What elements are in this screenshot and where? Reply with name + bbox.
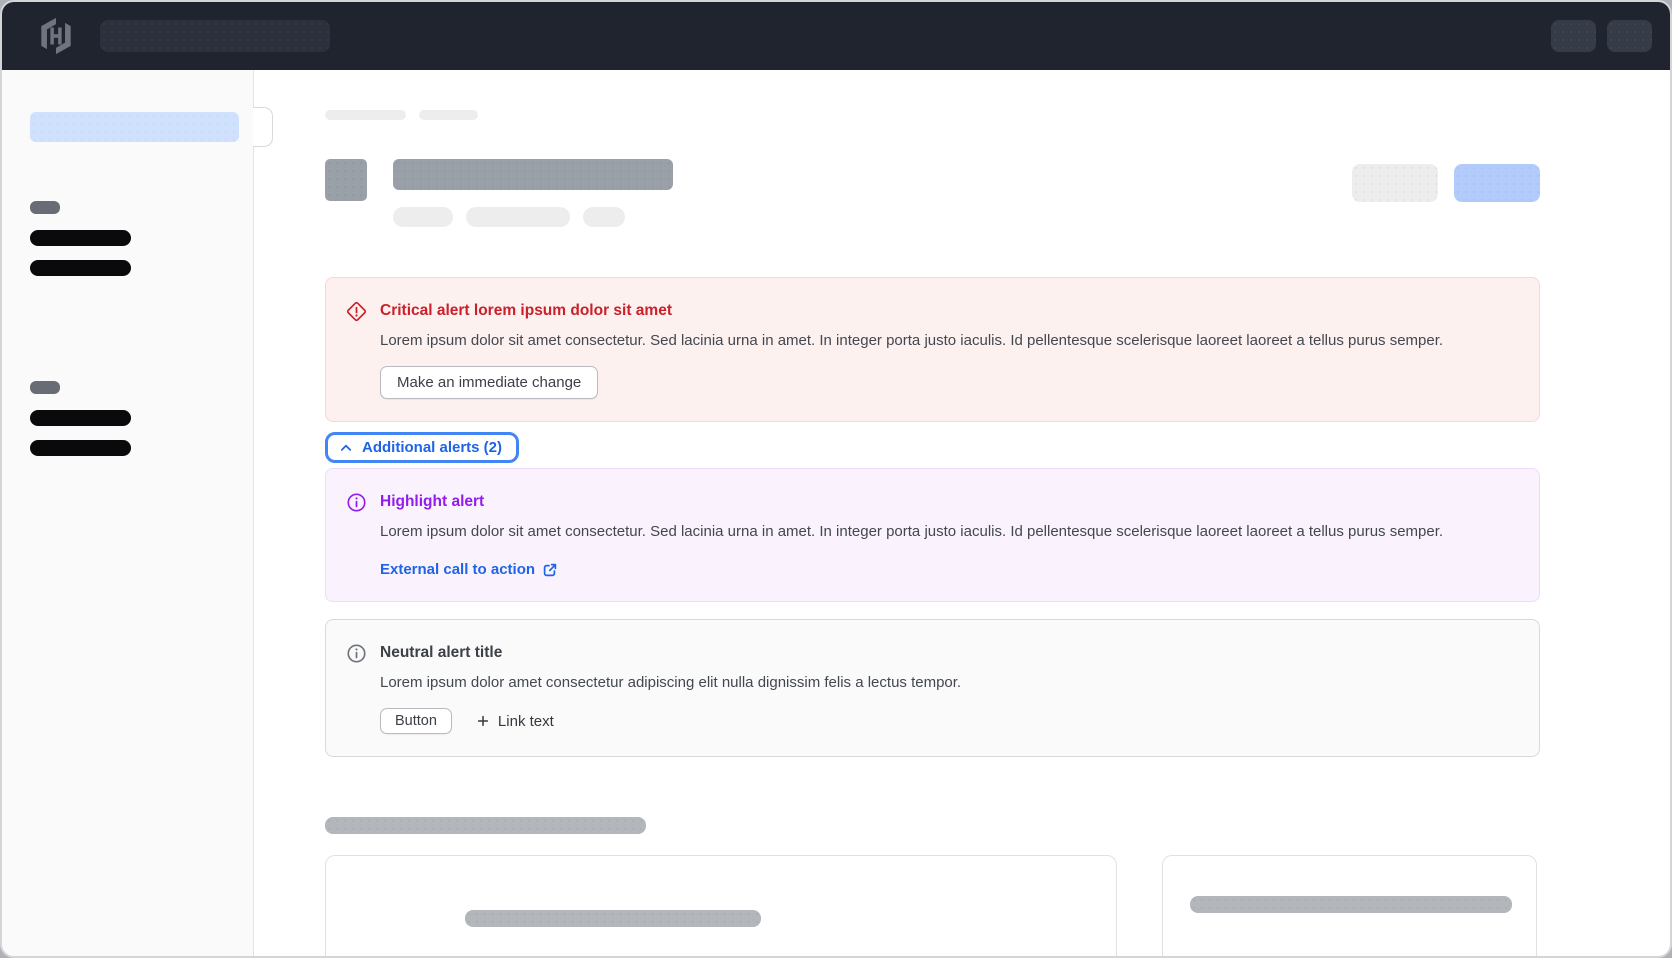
navbar-actions xyxy=(1551,20,1652,52)
sidebar-item-skeleton[interactable] xyxy=(30,410,131,426)
page-meta-row xyxy=(393,207,673,227)
make-immediate-change-button[interactable]: Make an immediate change xyxy=(380,366,598,399)
chevron-up-icon xyxy=(339,441,353,455)
main-content: Critical alert lorem ipsum dolor sit ame… xyxy=(254,70,1670,956)
sidebar-collapse-handle[interactable] xyxy=(253,107,273,147)
page-header xyxy=(325,159,1540,227)
neutral-alert-banner: Neutral alert title Lorem ipsum dolor am… xyxy=(325,619,1540,757)
alert-diamond-icon xyxy=(346,301,367,322)
info-circle-icon xyxy=(346,643,367,664)
info-circle-icon xyxy=(346,492,367,513)
navbar-action-skeleton-1[interactable] xyxy=(1551,20,1596,52)
additional-alerts-toggle-label: Additional alerts (2) xyxy=(362,439,502,456)
page-title-block xyxy=(393,159,673,227)
card-bar-skeleton xyxy=(1190,896,1512,913)
meta-badge-skeleton xyxy=(466,207,570,227)
critical-alert-title: Critical alert lorem ipsum dolor sit ame… xyxy=(380,300,1519,321)
highlight-alert-body: Lorem ipsum dolor sit amet consectetur. … xyxy=(380,520,1455,543)
content-card-skeleton xyxy=(1162,855,1537,956)
primary-button-skeleton[interactable] xyxy=(1454,164,1540,202)
critical-alert-banner: Critical alert lorem ipsum dolor sit ame… xyxy=(325,277,1540,422)
neutral-alert-title: Neutral alert title xyxy=(380,642,1519,663)
sidebar-group-label-skeleton-2 xyxy=(30,381,60,394)
sidebar-item-skeleton[interactable] xyxy=(30,230,131,246)
page-title-skeleton xyxy=(393,159,673,190)
breadcrumb-item-skeleton[interactable] xyxy=(325,110,406,120)
navbar-action-skeleton-2[interactable] xyxy=(1607,20,1652,52)
navbar-search-skeleton[interactable] xyxy=(100,20,330,52)
neutral-alert-link-label: Link text xyxy=(498,713,554,730)
external-link-icon xyxy=(542,562,558,578)
neutral-alert-body: Lorem ipsum dolor amet consectetur adipi… xyxy=(380,671,1455,694)
plus-icon xyxy=(476,714,490,728)
sidebar-item-skeleton[interactable] xyxy=(30,440,131,456)
sidebar-group-label-skeleton-1 xyxy=(30,201,60,214)
breadcrumb xyxy=(325,110,1540,120)
external-call-to-action-link[interactable]: External call to action xyxy=(380,561,558,578)
meta-badge-skeleton xyxy=(583,207,625,227)
card-bar-skeleton xyxy=(465,910,761,927)
secondary-button-skeleton[interactable] xyxy=(1352,164,1438,202)
section-title-skeleton xyxy=(325,817,646,834)
highlight-alert-banner: Highlight alert Lorem ipsum dolor sit am… xyxy=(325,468,1540,602)
app-window: Critical alert lorem ipsum dolor sit ame… xyxy=(0,0,1672,958)
neutral-alert-link[interactable]: Link text xyxy=(476,713,554,730)
meta-badge-skeleton xyxy=(393,207,453,227)
additional-alerts-toggle[interactable]: Additional alerts (2) xyxy=(325,432,519,463)
highlight-alert-title: Highlight alert xyxy=(380,491,1519,512)
header-actions xyxy=(1352,164,1540,202)
avatar-skeleton xyxy=(325,159,367,201)
sidebar xyxy=(2,70,254,956)
critical-alert-body: Lorem ipsum dolor sit amet consectetur. … xyxy=(380,329,1455,352)
neutral-alert-button[interactable]: Button xyxy=(380,708,452,734)
breadcrumb-item-skeleton[interactable] xyxy=(419,110,478,120)
cards-row xyxy=(325,855,1540,956)
hashicorp-logo-icon xyxy=(38,17,74,55)
content-card-skeleton xyxy=(325,855,1117,956)
external-call-to-action-label: External call to action xyxy=(380,561,535,578)
sidebar-active-item-skeleton[interactable] xyxy=(30,112,239,142)
sidebar-item-skeleton[interactable] xyxy=(30,260,131,276)
top-navbar xyxy=(2,2,1670,70)
